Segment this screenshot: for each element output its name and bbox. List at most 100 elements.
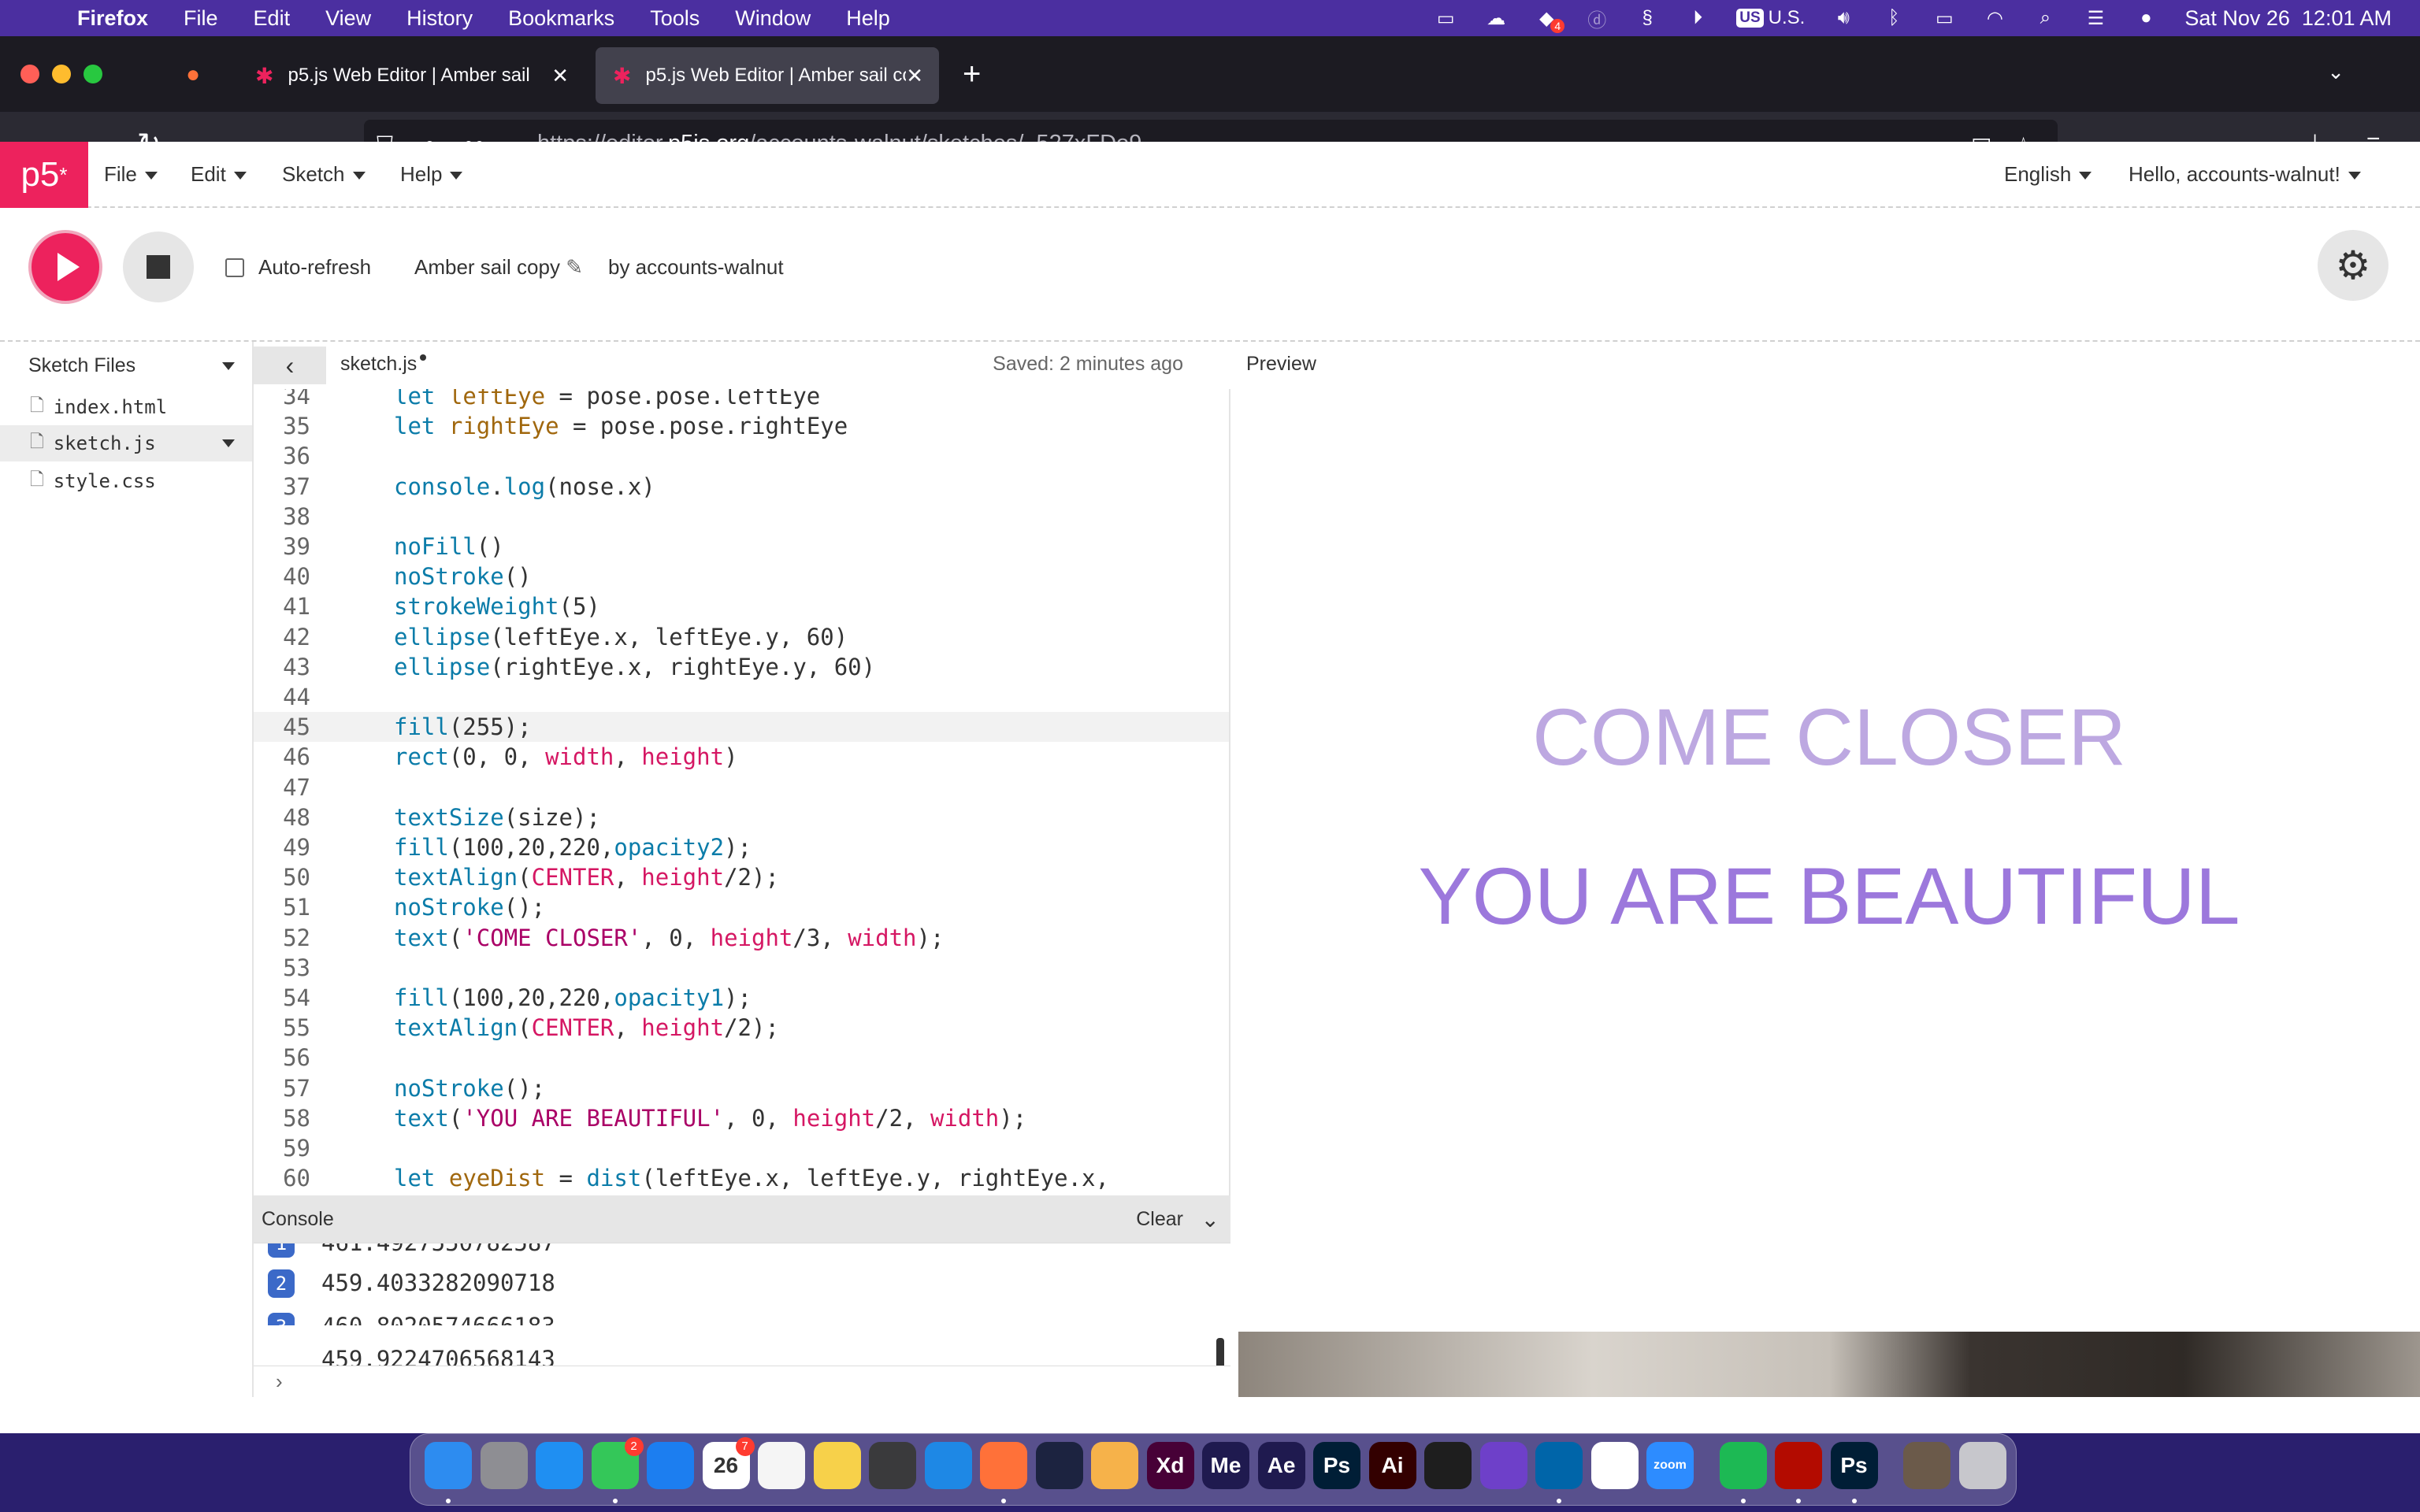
control-center-icon[interactable]: ☰ <box>2084 8 2107 29</box>
menu-bookmarks[interactable]: Bookmarks <box>508 6 614 31</box>
mail-icon[interactable] <box>536 1442 583 1489</box>
battery-icon[interactable]: ▭ <box>1932 8 1956 29</box>
finder-icon[interactable] <box>425 1442 472 1489</box>
code-line[interactable]: 44 <box>254 682 1229 712</box>
console-clear-button[interactable]: Clear <box>1136 1208 1183 1231</box>
file-item-sketch-js[interactable]: 🗋︎ sketch.js <box>0 425 252 461</box>
illustrator-icon[interactable]: Ai <box>1368 1442 1416 1489</box>
figma-agent-icon[interactable]: § <box>1635 7 1659 28</box>
dropbox-icon[interactable]: ◆ 4 <box>1535 8 1565 33</box>
code-line[interactable]: 45 fill(255); <box>254 712 1229 743</box>
menu-history[interactable]: History <box>406 6 473 31</box>
code-line[interactable]: 57 noStroke(); <box>254 1073 1229 1103</box>
p5-menu-sketch[interactable]: Sketch <box>282 162 366 187</box>
tab-amber-sail-copy[interactable]: ✱ p5.js Web Editor | Amber sail copy ✕ <box>596 47 939 104</box>
photoshop-icon[interactable]: Ps <box>1313 1442 1360 1489</box>
trash-icon[interactable] <box>1958 1442 2006 1489</box>
sketch-name[interactable]: Amber sail copy ✎ <box>414 255 583 280</box>
console-input[interactable]: › <box>254 1366 1230 1397</box>
menu-file[interactable]: File <box>184 6 218 31</box>
code-line[interactable]: 58 text('YOU ARE BEAUTIFUL', 0, height/2,… <box>254 1103 1229 1133</box>
code-line[interactable]: 43 ellipse(rightEye.x, rightEye.y, 60) <box>254 652 1229 682</box>
menu-edit[interactable]: Edit <box>254 6 291 31</box>
creative-cloud-icon[interactable]: ☁ <box>1484 8 1508 29</box>
safari-icon[interactable] <box>924 1442 972 1489</box>
wifi-icon[interactable]: ◠ <box>1983 8 2006 29</box>
close-tab-icon[interactable]: ✕ <box>906 63 923 88</box>
code-line[interactable]: 56 <box>254 1043 1229 1073</box>
code-line[interactable]: 54 fill(100,20,220,opacity1); <box>254 983 1229 1013</box>
p5-menu-edit[interactable]: Edit <box>191 162 247 187</box>
pencil-edit-icon[interactable]: ✎ <box>566 255 583 279</box>
file-item-index-html[interactable]: 🗋︎ index.html <box>0 389 252 425</box>
code-editor[interactable]: 34 let leftEye = pose.pose.leftEye 35 let r… <box>254 389 1230 1195</box>
code-line[interactable]: 48 textSize(size); <box>254 802 1229 832</box>
code-line[interactable]: 38 <box>254 502 1229 532</box>
code-line[interactable]: 36 <box>254 441 1229 471</box>
collapse-sidebar-chevron-icon[interactable]: ‹ <box>254 346 326 384</box>
menu-help[interactable]: Help <box>846 6 890 31</box>
settings-gear-icon[interactable]: ⚙ <box>2318 230 2388 301</box>
github-desktop-icon[interactable] <box>1479 1442 1527 1489</box>
app-store-icon[interactable] <box>647 1442 694 1489</box>
close-window-button[interactable] <box>20 65 39 83</box>
reminders-icon[interactable] <box>758 1442 805 1489</box>
launchpad-icon[interactable] <box>480 1442 528 1489</box>
sketch-preview-canvas[interactable]: COME CLOSER YOU ARE BEAUTIFUL <box>1238 389 2420 1397</box>
list-all-tabs-chevron-icon[interactable]: ⌄ <box>2327 60 2344 84</box>
code-line[interactable]: 55 textAlign(CENTER, height/2); <box>254 1013 1229 1043</box>
code-line[interactable]: 53 <box>254 953 1229 983</box>
code-line[interactable]: 59 <box>254 1133 1229 1163</box>
new-tab-button[interactable]: + <box>963 58 981 90</box>
code-line[interactable]: 37 console.log(nose.x) <box>254 472 1229 502</box>
p5-menu-file[interactable]: File <box>104 162 158 187</box>
quicktime-icon[interactable] <box>869 1442 916 1489</box>
stop-button[interactable] <box>123 232 194 302</box>
code-line[interactable]: 39 noFill() <box>254 532 1229 561</box>
menubar-clock[interactable]: Sat Nov 26 12:01 AM <box>2184 6 2392 31</box>
adobe-media-encoder-icon[interactable]: Me <box>1202 1442 1249 1489</box>
menu-tools[interactable]: Tools <box>650 6 700 31</box>
code-line[interactable]: 46 rect(0, 0, width, height) <box>254 742 1229 772</box>
code-line[interactable]: 34 let leftEye = pose.pose.leftEye <box>254 389 1229 411</box>
console-output[interactable]: 1461.4927550782587 2459.4033282090718 34… <box>254 1243 1230 1366</box>
vscode-icon[interactable] <box>1535 1442 1583 1489</box>
slack-icon[interactable] <box>1590 1442 1639 1489</box>
cinema4d-icon[interactable] <box>1035 1442 1083 1489</box>
play-button[interactable] <box>28 230 102 304</box>
firefox-view-icon[interactable]: ● <box>186 61 200 88</box>
p5-menu-help[interactable]: Help <box>400 162 463 187</box>
code-line[interactable]: 35 let rightEye = pose.pose.rightEye <box>254 411 1229 441</box>
bluetooth-icon[interactable]: ᛒ <box>1882 7 1906 28</box>
media-play-icon[interactable]: ⏵ <box>1686 7 1709 28</box>
siri-icon[interactable]: ● <box>2134 7 2158 28</box>
adobe-xd-icon[interactable]: Xd <box>1146 1442 1194 1489</box>
code-line[interactable]: 47 <box>254 773 1229 802</box>
acrobat-icon[interactable] <box>1775 1442 1822 1489</box>
zoom-window-button[interactable] <box>84 65 102 83</box>
code-line[interactable]: 41 strokeWeight(5) <box>254 591 1229 621</box>
language-selector[interactable]: English <box>2004 162 2092 187</box>
input-source-menu[interactable]: US U.S. <box>1736 7 1805 28</box>
minimize-window-button[interactable] <box>52 65 71 83</box>
zoom-icon[interactable]: zoom <box>1646 1442 1694 1489</box>
after-effects-icon[interactable]: Ae <box>1257 1442 1305 1489</box>
volume-icon[interactable]: 🔊︎ <box>1832 7 1855 28</box>
code-line[interactable]: 50 textAlign(CENTER, height/2); <box>254 862 1229 892</box>
spotify-icon[interactable] <box>1719 1442 1767 1489</box>
menu-window[interactable]: Window <box>735 6 811 31</box>
collapse-console-chevron-icon[interactable]: ⌄ <box>1201 1206 1219 1232</box>
open-file-tab[interactable]: sketch.js <box>340 353 427 376</box>
code-line[interactable]: 51 noStroke(); <box>254 892 1229 922</box>
figma-icon[interactable] <box>1424 1442 1472 1489</box>
camera-status-icon[interactable]: ▭ <box>1434 8 1457 29</box>
code-line[interactable]: 60 let eyeDist = dist(leftEye.x, leftEye.… <box>254 1163 1229 1193</box>
menu-app-name[interactable]: Firefox <box>77 6 148 31</box>
file-options-caret-icon[interactable] <box>222 439 235 447</box>
code-line[interactable]: 40 noStroke() <box>254 561 1229 591</box>
caret-down-icon[interactable] <box>222 362 235 370</box>
calendar-icon[interactable]: 26 7 <box>702 1437 755 1489</box>
firefox-icon[interactable] <box>980 1442 1027 1489</box>
file-item-style-css[interactable]: 🗋︎ style.css <box>0 463 252 499</box>
user-menu[interactable]: Hello, accounts-walnut! <box>2129 162 2361 187</box>
